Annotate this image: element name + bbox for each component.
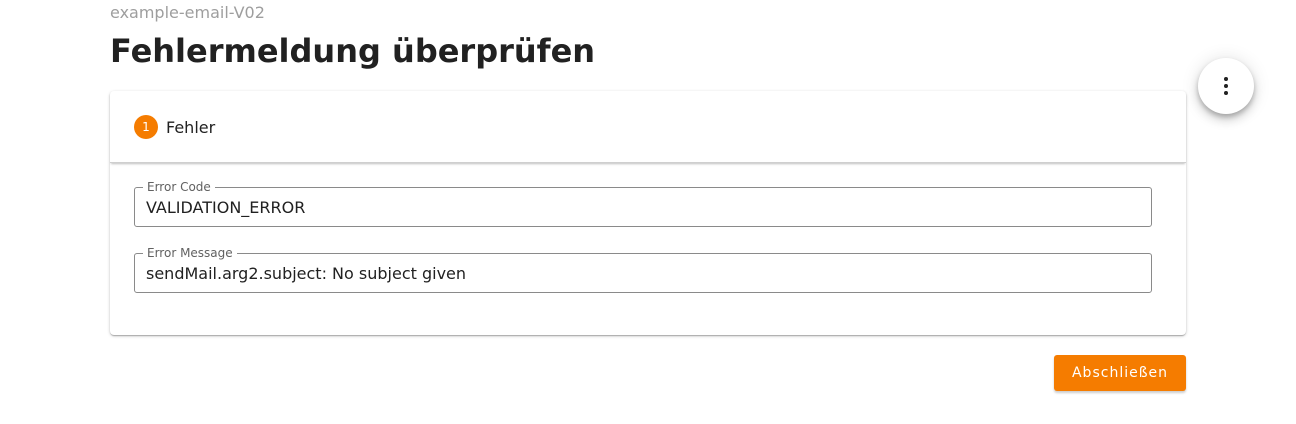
error-message-value: sendMail.arg2.subject: No subject given	[146, 264, 467, 283]
task-card: 1 Fehler Error Code VALIDATION_ERROR Err…	[110, 91, 1186, 335]
step-fehler[interactable]: 1 Fehler	[134, 115, 215, 139]
error-message-label: Error Message	[143, 247, 237, 259]
step-label: Fehler	[166, 117, 216, 137]
error-code-field[interactable]: Error Code VALIDATION_ERROR	[134, 181, 1152, 227]
stepper-header: 1 Fehler	[110, 91, 1186, 163]
error-message-field[interactable]: Error Message sendMail.arg2.subject: No …	[134, 247, 1152, 293]
process-id: example-email-V02	[110, 3, 265, 22]
page-title: Fehlermeldung überprüfen	[110, 32, 596, 70]
task-page: example-email-V02 Fehlermeldung überprüf…	[0, 0, 1296, 424]
more-options-button[interactable]	[1198, 58, 1254, 114]
error-code-label: Error Code	[143, 181, 215, 193]
step-number-badge: 1	[134, 115, 158, 139]
finish-button[interactable]: Abschließen	[1054, 355, 1186, 391]
more-vert-icon	[1224, 77, 1228, 95]
error-code-value: VALIDATION_ERROR	[146, 198, 306, 217]
